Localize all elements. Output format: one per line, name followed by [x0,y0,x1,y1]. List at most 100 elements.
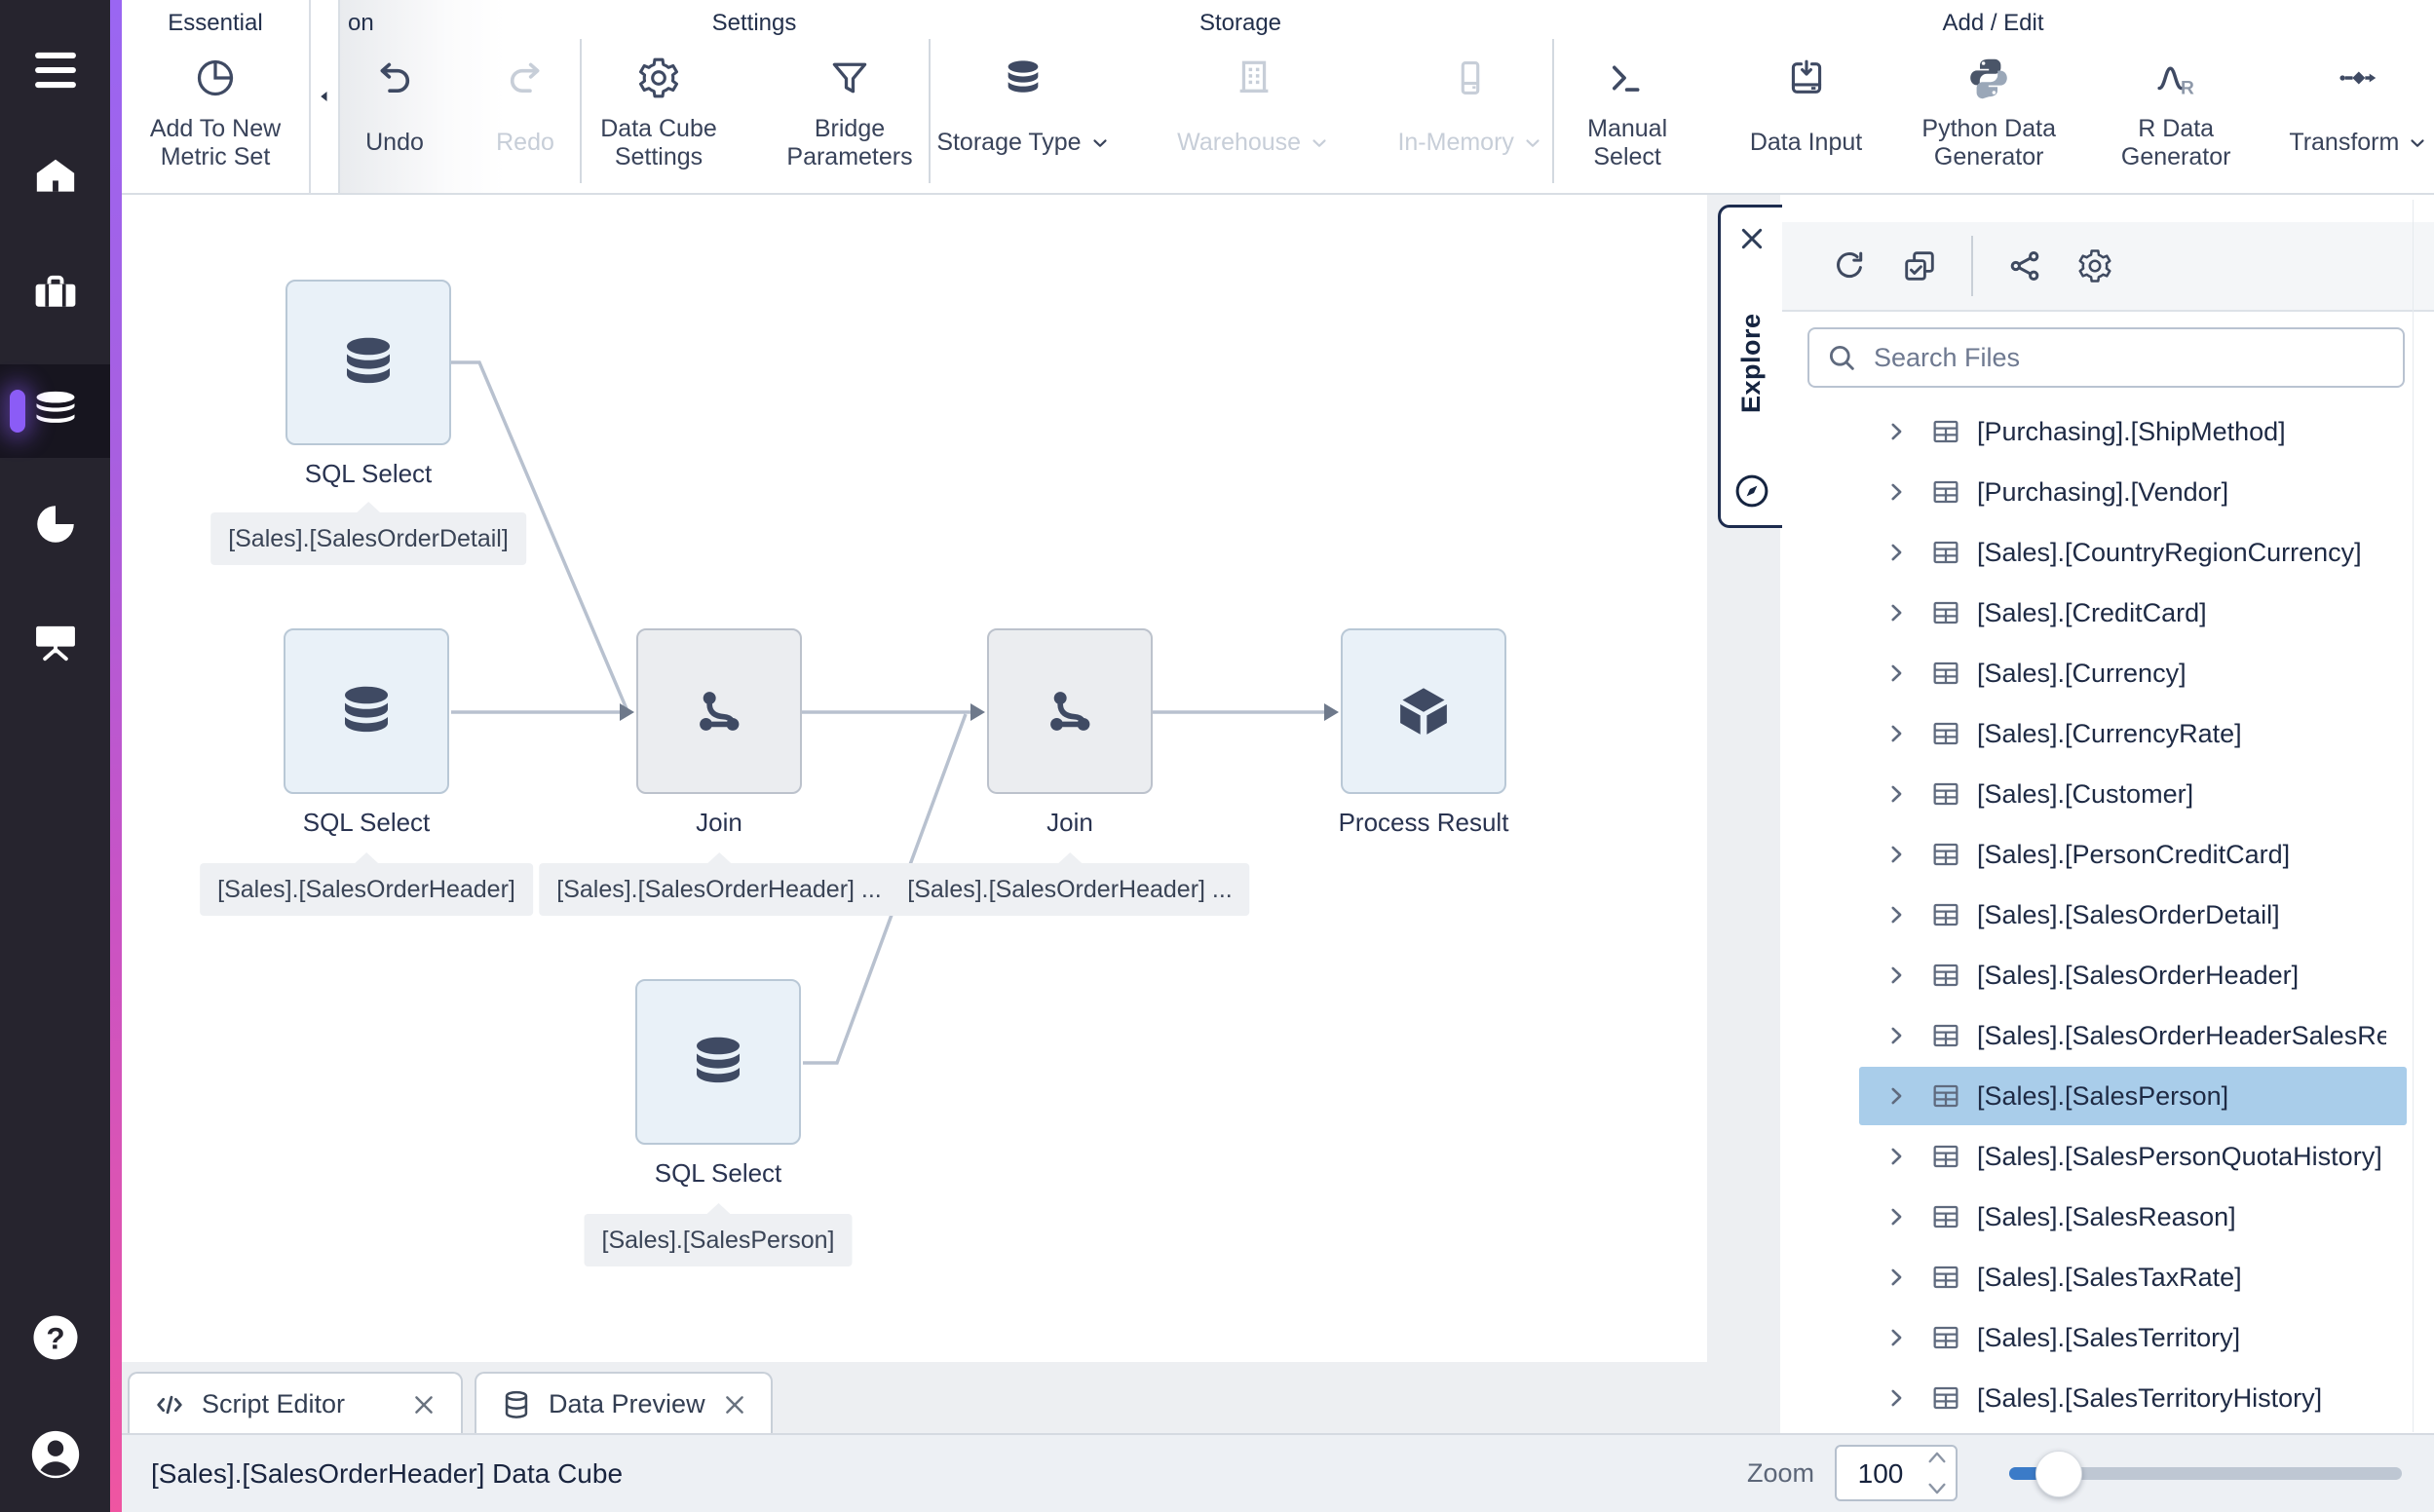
node-sql-select-1[interactable] [285,280,451,445]
node-tooltip: [Sales].[SalesOrderHeader] [200,863,533,916]
redo-button[interactable]: Redo [478,51,572,177]
share-icon[interactable] [2006,247,2043,284]
chevron-right-icon[interactable] [1883,1325,1909,1350]
chevron-right-icon[interactable] [1883,661,1909,686]
close-icon[interactable] [721,1391,748,1418]
chevron-right-icon[interactable] [1883,479,1909,505]
tab-data-preview[interactable]: Data Preview [475,1372,773,1435]
profile-icon [27,1426,84,1483]
warehouse-dropdown[interactable]: Warehouse [1169,51,1338,177]
file-row[interactable]: [Sales].[SalesOrderHeader] [1780,945,2434,1005]
node-label: Process Result [1339,808,1509,838]
chevron-right-icon[interactable] [1883,721,1909,746]
file-row[interactable]: [Sales].[CurrencyRate] [1780,703,2434,764]
file-row[interactable]: [Sales].[CountryRegionCurrency] [1780,522,2434,583]
file-row[interactable]: [Sales].[SalesTerritoryHistory] [1780,1368,2434,1428]
zoom-value-input[interactable] [1837,1447,1924,1501]
close-icon[interactable] [1736,223,1768,254]
python-data-generator-button[interactable]: Python Data Generator [1910,51,2069,177]
join-icon [689,681,749,741]
node-join-1[interactable] [636,628,802,794]
section-label: Essential [122,10,309,37]
chevron-right-icon[interactable] [1883,1204,1909,1229]
chevron-down-icon [2407,132,2428,154]
table-icon [1930,1141,1961,1172]
chevron-right-icon[interactable] [1883,1083,1909,1109]
data-cube-canvas[interactable]: SQL Select [Sales].[SalesOrderDetail] SQ… [122,193,1707,1362]
refresh-icon[interactable] [1831,247,1868,284]
toolbar-section-add-edit: Add / Edit Manual Select Data Input [1552,0,2434,193]
file-name: [Sales].[CreditCard] [1977,598,2386,628]
storage-type-dropdown[interactable]: Storage Type [929,51,1119,177]
file-row[interactable]: [Sales].[SalesTerritory] [1780,1307,2434,1368]
help-button[interactable]: ? [0,1291,110,1384]
file-row-selected[interactable]: [Sales].[SalesPerson] [1780,1066,2434,1126]
chevron-right-icon[interactable] [1883,1144,1909,1169]
file-name: [Purchasing].[Vendor] [1977,477,2386,508]
collapse-left-icon [315,87,334,106]
file-row[interactable]: [Purchasing].[ShipMethod] [1780,401,2434,462]
data-cube-settings-button[interactable]: Data Cube Settings [581,51,737,177]
chevron-down-icon [1309,132,1330,154]
file-row[interactable]: [Purchasing].[Vendor] [1780,462,2434,522]
add-to-new-metric-set-button[interactable]: Add To New Metric Set [128,51,303,177]
chevron-right-icon[interactable] [1883,1385,1909,1411]
zoom-increase-icon[interactable] [1926,1450,1948,1465]
node-process-result[interactable] [1341,628,1506,794]
node-join-2[interactable] [987,628,1153,794]
menu-button[interactable] [0,23,110,117]
chevron-right-icon[interactable] [1883,963,1909,988]
explore-tab[interactable]: Explore [1718,205,1782,528]
chevron-right-icon[interactable] [1883,600,1909,625]
status-bar: [Sales].[SalesOrderHeader] Data Cube Zoo… [122,1433,2434,1512]
sidebar-item-projects[interactable] [0,246,110,339]
bridge-parameters-button[interactable]: Bridge Parameters [772,51,928,177]
zoom-slider[interactable] [2009,1467,2402,1480]
node-sql-select-3[interactable] [635,979,801,1145]
search-files-input[interactable] [1872,342,2387,374]
ribbon-collapse-button[interactable] [309,0,340,193]
batch-check-icon[interactable] [1901,247,1938,284]
database-icon [336,330,400,395]
chevron-right-icon[interactable] [1883,842,1909,867]
sidebar-item-presentations[interactable] [0,594,110,688]
file-row[interactable]: [Sales].[SalesOrderDetail] [1780,885,2434,945]
tab-script-editor[interactable]: Script Editor [128,1372,463,1435]
file-row[interactable]: [Sales].[SalesPersonQuotaHistory] [1780,1126,2434,1187]
file-name: [Sales].[SalesReason] [1977,1202,2386,1232]
chevron-right-icon[interactable] [1883,419,1909,444]
button-label: Bridge Parameters [772,109,928,177]
sidebar-item-home[interactable] [0,129,110,222]
gear-icon[interactable] [2076,247,2113,284]
close-icon[interactable] [410,1391,437,1418]
file-row[interactable]: [Sales].[CreditCard] [1780,583,2434,643]
file-row[interactable]: [Sales].[PersonCreditCard] [1780,824,2434,885]
data-input-button[interactable]: Data Input [1743,51,1869,177]
in-memory-dropdown[interactable]: In-Memory [1388,51,1552,177]
tab-label: Script Editor [202,1389,345,1419]
join-icon [1040,681,1100,741]
r-data-generator-button[interactable]: R R Data Generator [2110,51,2243,177]
chevron-right-icon[interactable] [1883,902,1909,927]
sidebar-item-metric-sets[interactable] [0,477,110,571]
file-row[interactable]: [Sales].[SalesOrderHeaderSalesReason] [1780,1005,2434,1066]
chevron-right-icon[interactable] [1883,1265,1909,1290]
transform-dropdown[interactable]: Transform [2284,51,2434,177]
node-sql-select-2[interactable] [284,628,449,794]
manual-select-button[interactable]: Manual Select [1552,51,1702,177]
undo-icon [373,51,416,105]
chevron-right-icon[interactable] [1883,781,1909,807]
chevron-right-icon[interactable] [1883,540,1909,565]
table-icon [1930,778,1961,810]
account-button[interactable] [0,1408,110,1501]
file-row[interactable]: [Sales].[Currency] [1780,643,2434,703]
chevron-right-icon[interactable] [1883,1023,1909,1048]
sidebar-item-data-cubes[interactable] [0,364,110,458]
file-row[interactable]: [Sales].[SalesReason] [1780,1187,2434,1247]
undo-button[interactable]: Undo [348,51,441,177]
zoom-slider-thumb[interactable] [2035,1451,2082,1497]
zoom-decrease-icon[interactable] [1926,1481,1948,1496]
file-row[interactable]: [Sales].[SalesTaxRate] [1780,1247,2434,1307]
file-row[interactable]: [Sales].[Customer] [1780,764,2434,824]
table-icon [1930,476,1961,508]
